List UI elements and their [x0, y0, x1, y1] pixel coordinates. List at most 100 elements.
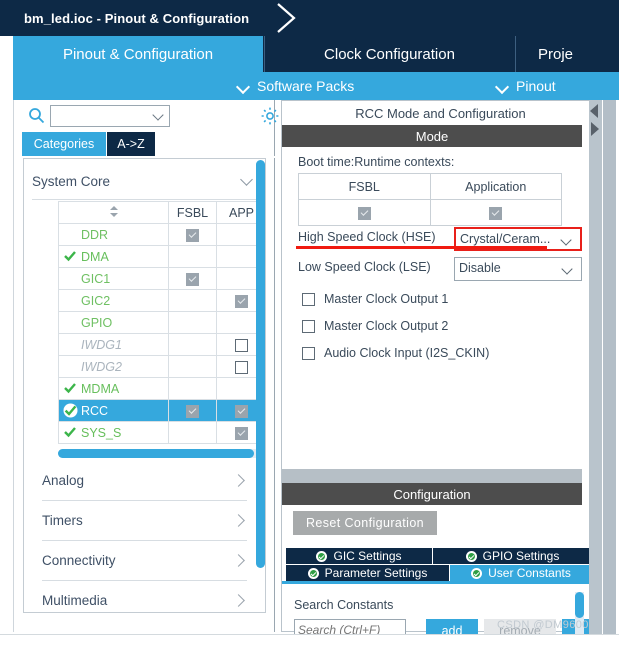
tab-gic-settings-label: GIC Settings [333, 549, 402, 563]
checkbox-unchecked-icon[interactable] [235, 338, 248, 352]
checkbox-unchecked-icon[interactable] [302, 292, 315, 306]
chevron-right-icon[interactable] [233, 554, 245, 566]
tab-a-to-z-label: A->Z [117, 137, 145, 151]
panel-collapse-arrows[interactable] [589, 102, 602, 142]
cell-fsbl[interactable] [168, 267, 217, 290]
category-connectivity[interactable]: Connectivity [42, 541, 247, 581]
vscrollbar-thumb[interactable] [256, 160, 265, 568]
search-combobox[interactable] [50, 105, 170, 127]
cell-fsbl[interactable] [168, 421, 217, 444]
checkbox-checked-icon[interactable] [235, 404, 248, 418]
chevron-down-icon[interactable] [563, 265, 575, 275]
tab-categories[interactable]: Categories [22, 132, 106, 156]
checkbox-unchecked-icon[interactable] [235, 360, 248, 374]
gear-icon[interactable] [260, 106, 280, 126]
chevron-down-icon[interactable] [241, 175, 253, 187]
panel-splitter[interactable] [589, 100, 602, 648]
table-row[interactable]: GIC1 [58, 267, 265, 290]
cell-fsbl[interactable] [168, 311, 217, 334]
cell-fsbl[interactable] [168, 333, 217, 356]
hscrollbar-thumb[interactable] [58, 449, 254, 458]
peripheral-table-hscrollbar[interactable] [58, 449, 265, 458]
category-analog[interactable]: Analog [42, 461, 247, 501]
table-row[interactable]: DDR [58, 223, 265, 246]
checkbox-unchecked-icon[interactable] [302, 319, 315, 333]
master-clock-output-1-label: Master Clock Output 1 [324, 292, 449, 306]
cell-fsbl[interactable] [168, 377, 217, 400]
lse-clock-dropdown[interactable]: Disable [454, 257, 582, 281]
table-row[interactable]: GIC2 [58, 289, 265, 312]
cell-fsbl[interactable] [168, 355, 217, 378]
checkbox-checked-icon[interactable] [186, 404, 199, 418]
col-name-header[interactable] [58, 201, 169, 224]
table-row[interactable]: IWDG1 [58, 333, 265, 356]
window-vscrollbar[interactable] [603, 100, 616, 648]
category-multimedia[interactable]: Multimedia [42, 581, 247, 612]
constants-vscrollbar-thumb[interactable] [575, 592, 584, 618]
boot-cell-application[interactable] [429, 199, 562, 226]
configuration-tabs: GIC Settings GPIO Settings Parameter Set… [282, 548, 599, 581]
chevron-right-icon[interactable] [233, 514, 245, 526]
tab-gpio-settings[interactable]: GPIO Settings [433, 548, 592, 564]
tab-user-constants[interactable]: User Constants [450, 565, 592, 581]
peripheral-list: System Core FSBL APP DDR DMA GIC1 GIC2 G… [23, 158, 266, 613]
audio-clock-input-row[interactable]: Audio Clock Input (I2S_CKIN) [302, 344, 489, 362]
table-row[interactable]: SYS_S [58, 421, 265, 444]
reset-configuration-button[interactable]: Reset Configuration [293, 511, 437, 535]
checkbox-unchecked-icon[interactable] [302, 346, 315, 360]
sub-tab-pinout[interactable]: Pinout [497, 72, 556, 100]
checkbox-checked-icon[interactable] [489, 206, 503, 220]
breadcrumb: bm_led.ioc - Pinout & Configuration [24, 10, 250, 26]
table-row-selected-rcc[interactable]: RCC [58, 399, 265, 422]
checkbox-checked-icon[interactable] [186, 228, 199, 242]
tab-project-manager[interactable]: Proje [515, 36, 619, 72]
title-bar: bm_led.ioc - Pinout & Configuration [0, 0, 619, 36]
peripheral-table: FSBL APP DDR DMA GIC1 GIC2 GPIO IWDG1 IW… [58, 201, 265, 444]
cell-fsbl[interactable] [168, 245, 217, 268]
tab-gpio-settings-label: GPIO Settings [482, 549, 560, 563]
boot-cell-fsbl[interactable] [298, 199, 431, 226]
status-ok-icon [307, 567, 319, 579]
peripheral-label: SYS_S [81, 425, 122, 440]
collapse-right-arrow-icon[interactable] [591, 122, 599, 136]
tab-pinout-configuration[interactable]: Pinout & Configuration [13, 36, 263, 72]
red-underline-annotation [296, 246, 547, 249]
chevron-down-icon[interactable] [153, 110, 165, 122]
chevron-right-icon[interactable] [233, 474, 245, 486]
collapse-left-arrow-icon[interactable] [590, 104, 598, 118]
table-row[interactable]: GPIO [58, 311, 265, 334]
master-clock-output-2-row[interactable]: Master Clock Output 2 [302, 317, 448, 335]
tab-parameter-settings[interactable]: Parameter Settings [286, 565, 449, 581]
search-input[interactable] [51, 106, 149, 126]
category-timers[interactable]: Timers [42, 501, 247, 541]
checkbox-checked-icon[interactable] [186, 272, 199, 286]
check-circle-icon [63, 403, 78, 418]
sub-tab-software-packs-label: Software Packs [257, 78, 355, 94]
cell-fsbl[interactable] [168, 289, 217, 312]
mode-section-body: Boot time:Runtime contexts: FSBL Applica… [282, 147, 582, 467]
peripheral-name-iwdg1: IWDG1 [58, 333, 169, 356]
sub-tab-software-packs[interactable]: Software Packs [238, 72, 354, 100]
checkbox-checked-icon[interactable] [235, 426, 248, 440]
checkbox-checked-icon[interactable] [235, 294, 248, 308]
chevron-right-icon[interactable] [233, 594, 245, 606]
category-list: Analog Timers Connectivity Multimedia [24, 461, 265, 612]
sort-icon[interactable] [109, 205, 119, 218]
chevron-down-icon [497, 80, 509, 92]
master-clock-output-1-row[interactable]: Master Clock Output 1 [302, 290, 448, 308]
tab-user-constants-label: User Constants [488, 566, 571, 580]
table-row[interactable]: MDMA [58, 377, 265, 400]
checkbox-checked-icon[interactable] [357, 206, 371, 220]
cell-fsbl[interactable] [168, 223, 217, 246]
peripheral-list-vscrollbar[interactable] [256, 160, 265, 612]
tab-clock-configuration[interactable]: Clock Configuration [264, 36, 514, 72]
section-divider [282, 469, 582, 483]
table-row[interactable]: IWDG2 [58, 355, 265, 378]
boot-context-table: FSBL Application [298, 173, 562, 226]
table-row[interactable]: DMA [58, 245, 265, 268]
tab-a-to-z[interactable]: A->Z [107, 132, 155, 156]
cell-fsbl[interactable] [168, 399, 217, 422]
group-header-system-core[interactable]: System Core [32, 163, 257, 200]
tab-gic-settings[interactable]: GIC Settings [286, 548, 432, 564]
chevron-down-icon[interactable] [562, 236, 574, 246]
